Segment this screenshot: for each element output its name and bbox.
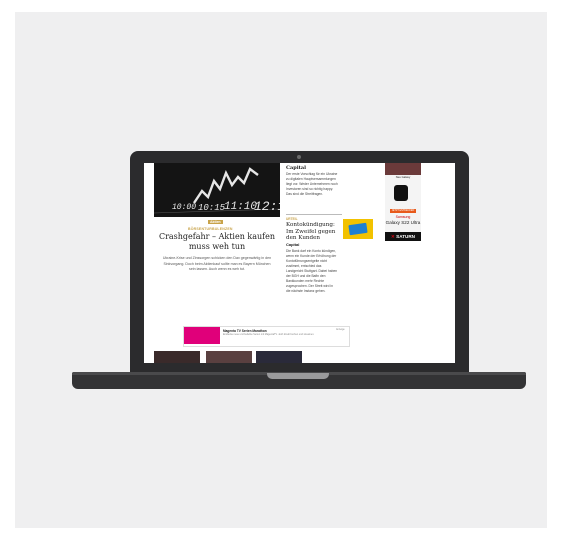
webcam-icon: [297, 155, 301, 159]
ad-cta-button[interactable]: JETZT ENTDECKEN: [390, 209, 416, 213]
thumbnail-image[interactable]: [206, 351, 252, 363]
ad-label: Anzeige: [336, 328, 345, 331]
divider: [286, 214, 342, 215]
article-teaser: Ukraine-Krise und Zinssorgen schicken de…: [162, 256, 272, 271]
hero-number: 12:15: [254, 199, 280, 214]
sidebar-headline[interactable]: Kontokündigung: Im Zweifel gegen den Kun…: [286, 222, 342, 242]
ad-header: [385, 163, 421, 175]
sidebar-top-text[interactable]: Der erste Vorschlag für ein Ukraine zu d…: [286, 172, 338, 197]
sidebar-text[interactable]: Die Bank darf ein Konto kündigen, wenn e…: [286, 249, 338, 294]
logo-mark: ✕: [391, 234, 395, 239]
sidebar-top-source: Capital: [286, 165, 307, 171]
hero-number: 11:10: [224, 201, 258, 213]
hero-number: 10:15: [198, 203, 226, 213]
ad-model: Galaxy S22 Ultra: [385, 220, 421, 225]
article-kicker: BÖRSENTURBULENZEN: [188, 227, 233, 231]
stock-chart-image[interactable]: 10:00 10:15 11:10 12:15: [154, 163, 280, 217]
ad-top-text: Neu Galaxy: [395, 175, 411, 179]
laptop-screen: 10:00 10:15 11:10 12:15 Aktien BÖRSENTUR…: [144, 163, 455, 363]
ad-brand: Samsung: [395, 215, 411, 219]
thumbnail-image[interactable]: [154, 351, 200, 363]
sidebar-kicker: URTEIL: [286, 217, 298, 221]
phone-icon: [394, 185, 408, 201]
article-badge: Aktien: [208, 220, 223, 224]
logo-text: SATURN: [396, 234, 415, 239]
hero-number: 10:00: [172, 203, 197, 212]
sidebar-source: Capital: [286, 242, 300, 247]
banner-image: [184, 327, 220, 344]
article-headline[interactable]: Crashgefahr – Aktien kaufen muss weh tun: [154, 232, 280, 252]
banner-description: Entdecke neue und beliebte Serien mit Ma…: [223, 333, 315, 336]
laptop-notch: [267, 373, 329, 379]
saturn-logo: ✕ SATURN: [385, 232, 421, 241]
thumbnail-image[interactable]: [256, 351, 302, 363]
